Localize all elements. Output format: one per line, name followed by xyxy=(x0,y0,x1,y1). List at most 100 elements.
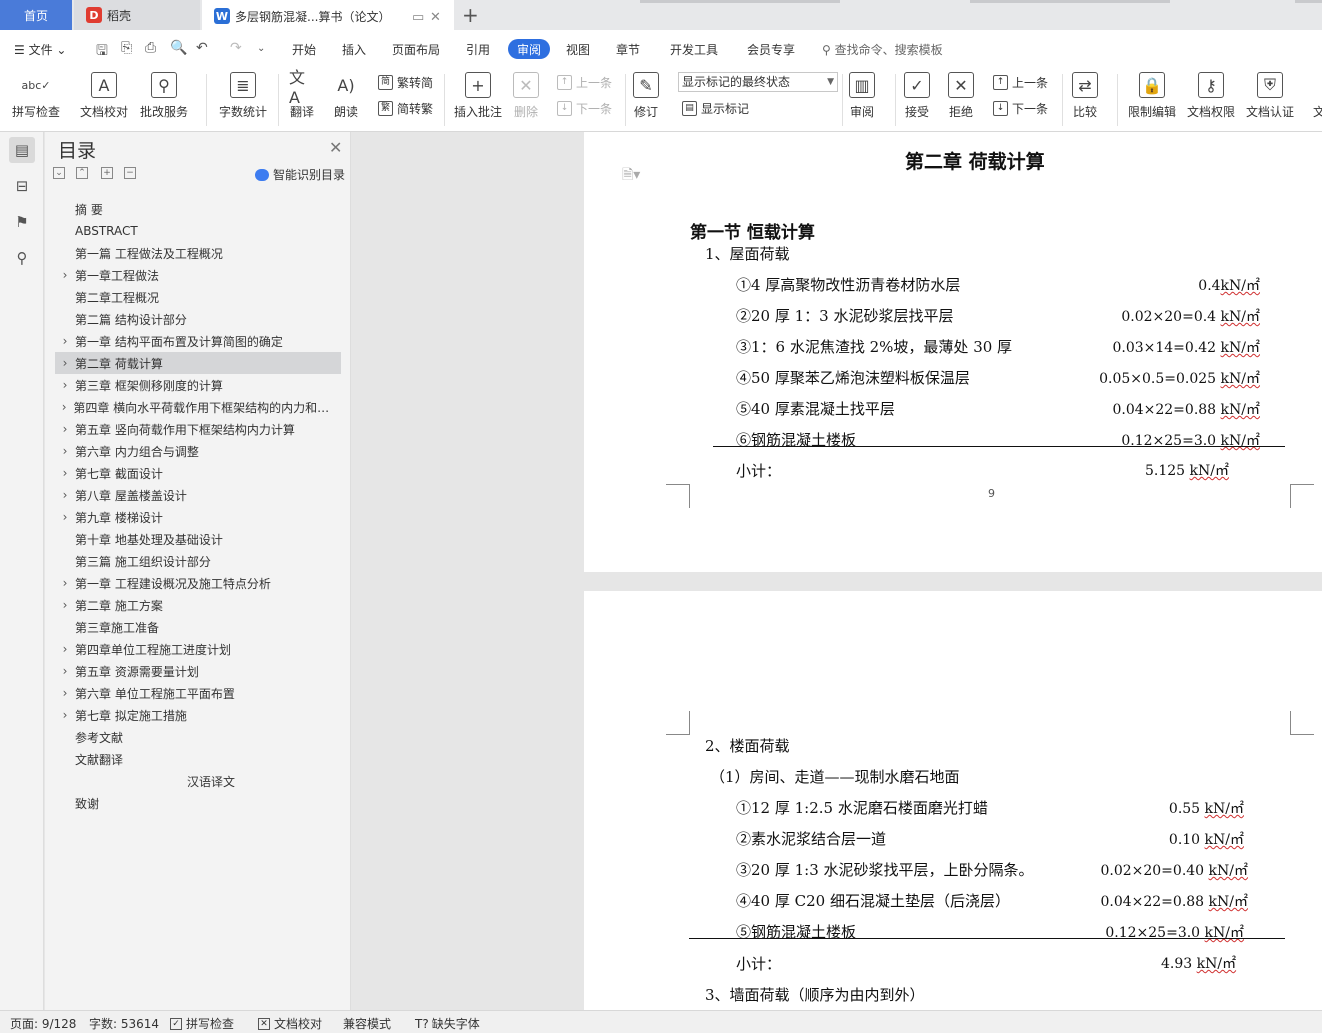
toc-item[interactable]: › 第二章 荷载计算 xyxy=(55,352,341,374)
more-ribbon-button[interactable]: 文 xyxy=(1306,72,1322,120)
chevron-right-icon[interactable]: › xyxy=(55,664,75,678)
doc-permission-button[interactable]: ⚷ 文档权限 xyxy=(1187,72,1235,120)
close-icon[interactable]: ✕ xyxy=(329,138,342,157)
doc-certify-button[interactable]: ⛨ 文档认证 xyxy=(1246,72,1294,120)
toc-item[interactable]: › 第一章 工程建设概况及施工特点分析 xyxy=(55,572,341,594)
page-indicator[interactable]: 页面: 9/128 xyxy=(10,1015,76,1032)
toc-item[interactable]: › 第七章 拟定施工措施 xyxy=(55,704,341,726)
toc-item[interactable]: › 第二章 施工方案 xyxy=(55,594,341,616)
float-window-icon[interactable]: ▭ xyxy=(412,10,424,25)
menu-member[interactable]: 会员专享 xyxy=(747,41,795,58)
bookmark-icon[interactable]: ⚑ xyxy=(9,209,35,235)
menu-start[interactable]: 开始 xyxy=(292,41,316,58)
delete-comment-button[interactable]: ✕ 删除 xyxy=(513,72,539,120)
toc-item[interactable]: › 第五章 竖向荷载作用下框架结构内力计算 xyxy=(55,418,341,440)
status-doc-check[interactable]: ✕ 文档校对 xyxy=(258,1015,322,1032)
menu-review[interactable]: 审阅 xyxy=(508,39,550,59)
read-aloud-button[interactable]: A) 朗读 xyxy=(333,72,359,120)
toc-item[interactable]: 第二篇 结构设计部分 xyxy=(55,308,341,330)
next-comment-button[interactable]: ↓ 下一条 xyxy=(557,100,612,117)
export-icon[interactable]: ⎘ xyxy=(121,40,132,56)
toc-item[interactable]: 参考文献 xyxy=(55,726,341,748)
chevron-right-icon[interactable]: › xyxy=(55,268,75,282)
command-search[interactable]: ⚲ 查找命令、搜索模板 xyxy=(822,41,943,58)
toc-item[interactable]: 第二章工程概况 xyxy=(55,286,341,308)
status-spell-check[interactable]: ✓ 拼写检查 xyxy=(170,1015,234,1032)
expand-level-icon[interactable]: ⌃ xyxy=(76,167,88,179)
simp-to-trad-button[interactable]: 繁简转繁 xyxy=(378,100,433,117)
tab-document[interactable]: W 多层钢筋混凝...算书（论文） ▭ ✕ xyxy=(202,0,454,30)
chevron-right-icon[interactable]: › xyxy=(55,356,75,370)
toc-item[interactable]: 第一篇 工程做法及工程概况 xyxy=(55,242,341,264)
toc-item[interactable]: › 第九章 楼梯设计 xyxy=(55,506,341,528)
toc-panel-icon[interactable]: ▤ xyxy=(9,137,35,163)
toc-item[interactable]: › 第六章 内力组合与调整 xyxy=(55,440,341,462)
page-tool-icon[interactable]: 🗎▾ xyxy=(622,164,640,188)
chevron-right-icon[interactable]: › xyxy=(55,598,75,612)
chevron-right-icon[interactable]: › xyxy=(55,444,75,458)
track-changes-button[interactable]: ✎ 修订 xyxy=(633,72,659,120)
menu-reference[interactable]: 引用 xyxy=(466,41,490,58)
add-heading-icon[interactable]: + xyxy=(101,167,113,179)
next-change-button[interactable]: ↓ 下一条 xyxy=(993,100,1048,117)
batch-service-button[interactable]: ⚲ 批改服务 xyxy=(140,72,188,120)
remove-heading-icon[interactable]: − xyxy=(124,167,136,179)
toc-item[interactable]: 致谢 xyxy=(55,792,341,814)
chevron-right-icon[interactable]: › xyxy=(55,576,75,590)
toc-item[interactable]: › 第四章 横向水平荷载作用下框架结构的内力和侧移计算 xyxy=(55,396,341,418)
accept-button[interactable]: ✓ 接受 xyxy=(904,72,930,120)
toc-item[interactable]: › 第六章 单位工程施工平面布置 xyxy=(55,682,341,704)
toc-item[interactable]: › 第一章工程做法 xyxy=(55,264,341,286)
chevron-right-icon[interactable]: › xyxy=(55,510,75,524)
word-count[interactable]: 字数: 53614 xyxy=(89,1015,159,1032)
file-menu[interactable]: ☰ 文件 ⌄ xyxy=(14,41,66,58)
new-tab-icon[interactable]: + xyxy=(462,3,479,27)
menu-page-layout[interactable]: 页面布局 xyxy=(392,41,440,58)
menu-developer[interactable]: 开发工具 xyxy=(670,41,718,58)
chevron-right-icon[interactable]: › xyxy=(55,642,75,656)
toc-item[interactable]: 第十章 地基处理及基础设计 xyxy=(55,528,341,550)
chevron-right-icon[interactable]: › xyxy=(55,378,75,392)
prev-comment-button[interactable]: ↑ 上一条 xyxy=(557,74,612,91)
chevron-right-icon[interactable]: › xyxy=(55,686,75,700)
undo-icon[interactable]: ↶ xyxy=(196,40,208,56)
markup-state-select[interactable]: 显示标记的最终状态 ▼ xyxy=(678,72,838,92)
chevron-right-icon[interactable]: › xyxy=(55,334,75,348)
toc-item[interactable]: 第三篇 施工组织设计部分 xyxy=(55,550,341,572)
close-tab-icon[interactable]: ✕ xyxy=(430,10,441,25)
compat-mode[interactable]: 兼容模式 xyxy=(343,1015,391,1032)
toc-item[interactable]: › 第四章单位工程施工进度计划 xyxy=(55,638,341,660)
toc-item[interactable]: › 第七章 截面设计 xyxy=(55,462,341,484)
toc-item[interactable]: ABSTRACT xyxy=(55,220,341,242)
review-pane-button[interactable]: ▥ 审阅 xyxy=(849,72,875,120)
toc-item[interactable]: › 第一章 结构平面布置及计算简图的确定 xyxy=(55,330,341,352)
reject-button[interactable]: ✕ 拒绝 xyxy=(948,72,974,120)
doc-check-button[interactable]: A 文档校对 xyxy=(80,72,128,120)
redo-icon[interactable]: ↷ xyxy=(230,40,242,56)
nav-pane-icon[interactable]: ⊟ xyxy=(9,173,35,199)
chevron-right-icon[interactable]: › xyxy=(55,708,75,722)
chevron-right-icon[interactable]: › xyxy=(55,422,75,436)
print-preview-icon[interactable]: 🔍 xyxy=(170,40,187,56)
toc-item[interactable]: › 第五章 资源需要量计划 xyxy=(55,660,341,682)
toc-item[interactable]: 文献翻译 xyxy=(55,748,341,770)
collapse-all-icon[interactable]: ⌄ xyxy=(53,167,65,179)
quick-access-dropdown-icon[interactable]: ⌄ xyxy=(257,43,265,54)
insert-comment-button[interactable]: + 插入批注 xyxy=(454,72,502,120)
print-icon[interactable]: ⎙ xyxy=(145,40,156,56)
chevron-right-icon[interactable]: › xyxy=(55,466,75,480)
save-icon[interactable]: 🖫 xyxy=(96,40,108,64)
spell-check-button[interactable]: abc✓ 拼写检查 xyxy=(12,72,60,120)
show-markup-button[interactable]: ▤ 显示标记 xyxy=(682,100,749,117)
tab-daoke[interactable]: D 稻壳 xyxy=(74,0,200,30)
translate-button[interactable]: 文A 翻译 xyxy=(289,68,315,120)
restrict-edit-button[interactable]: 🔒 限制编辑 xyxy=(1128,72,1176,120)
word-count-button[interactable]: ≣ 字数统计 xyxy=(219,72,267,120)
chevron-right-icon[interactable]: › xyxy=(55,400,73,414)
toc-item[interactable]: 第三章施工准备 xyxy=(55,616,341,638)
missing-font[interactable]: T? 缺失字体 xyxy=(415,1015,480,1032)
toc-item[interactable]: › 第三章 框架侧移刚度的计算 xyxy=(55,374,341,396)
smart-toc-button[interactable]: 智能识别目录 xyxy=(255,166,345,183)
chevron-right-icon[interactable]: › xyxy=(55,488,75,502)
menu-chapter[interactable]: 章节 xyxy=(616,41,640,58)
